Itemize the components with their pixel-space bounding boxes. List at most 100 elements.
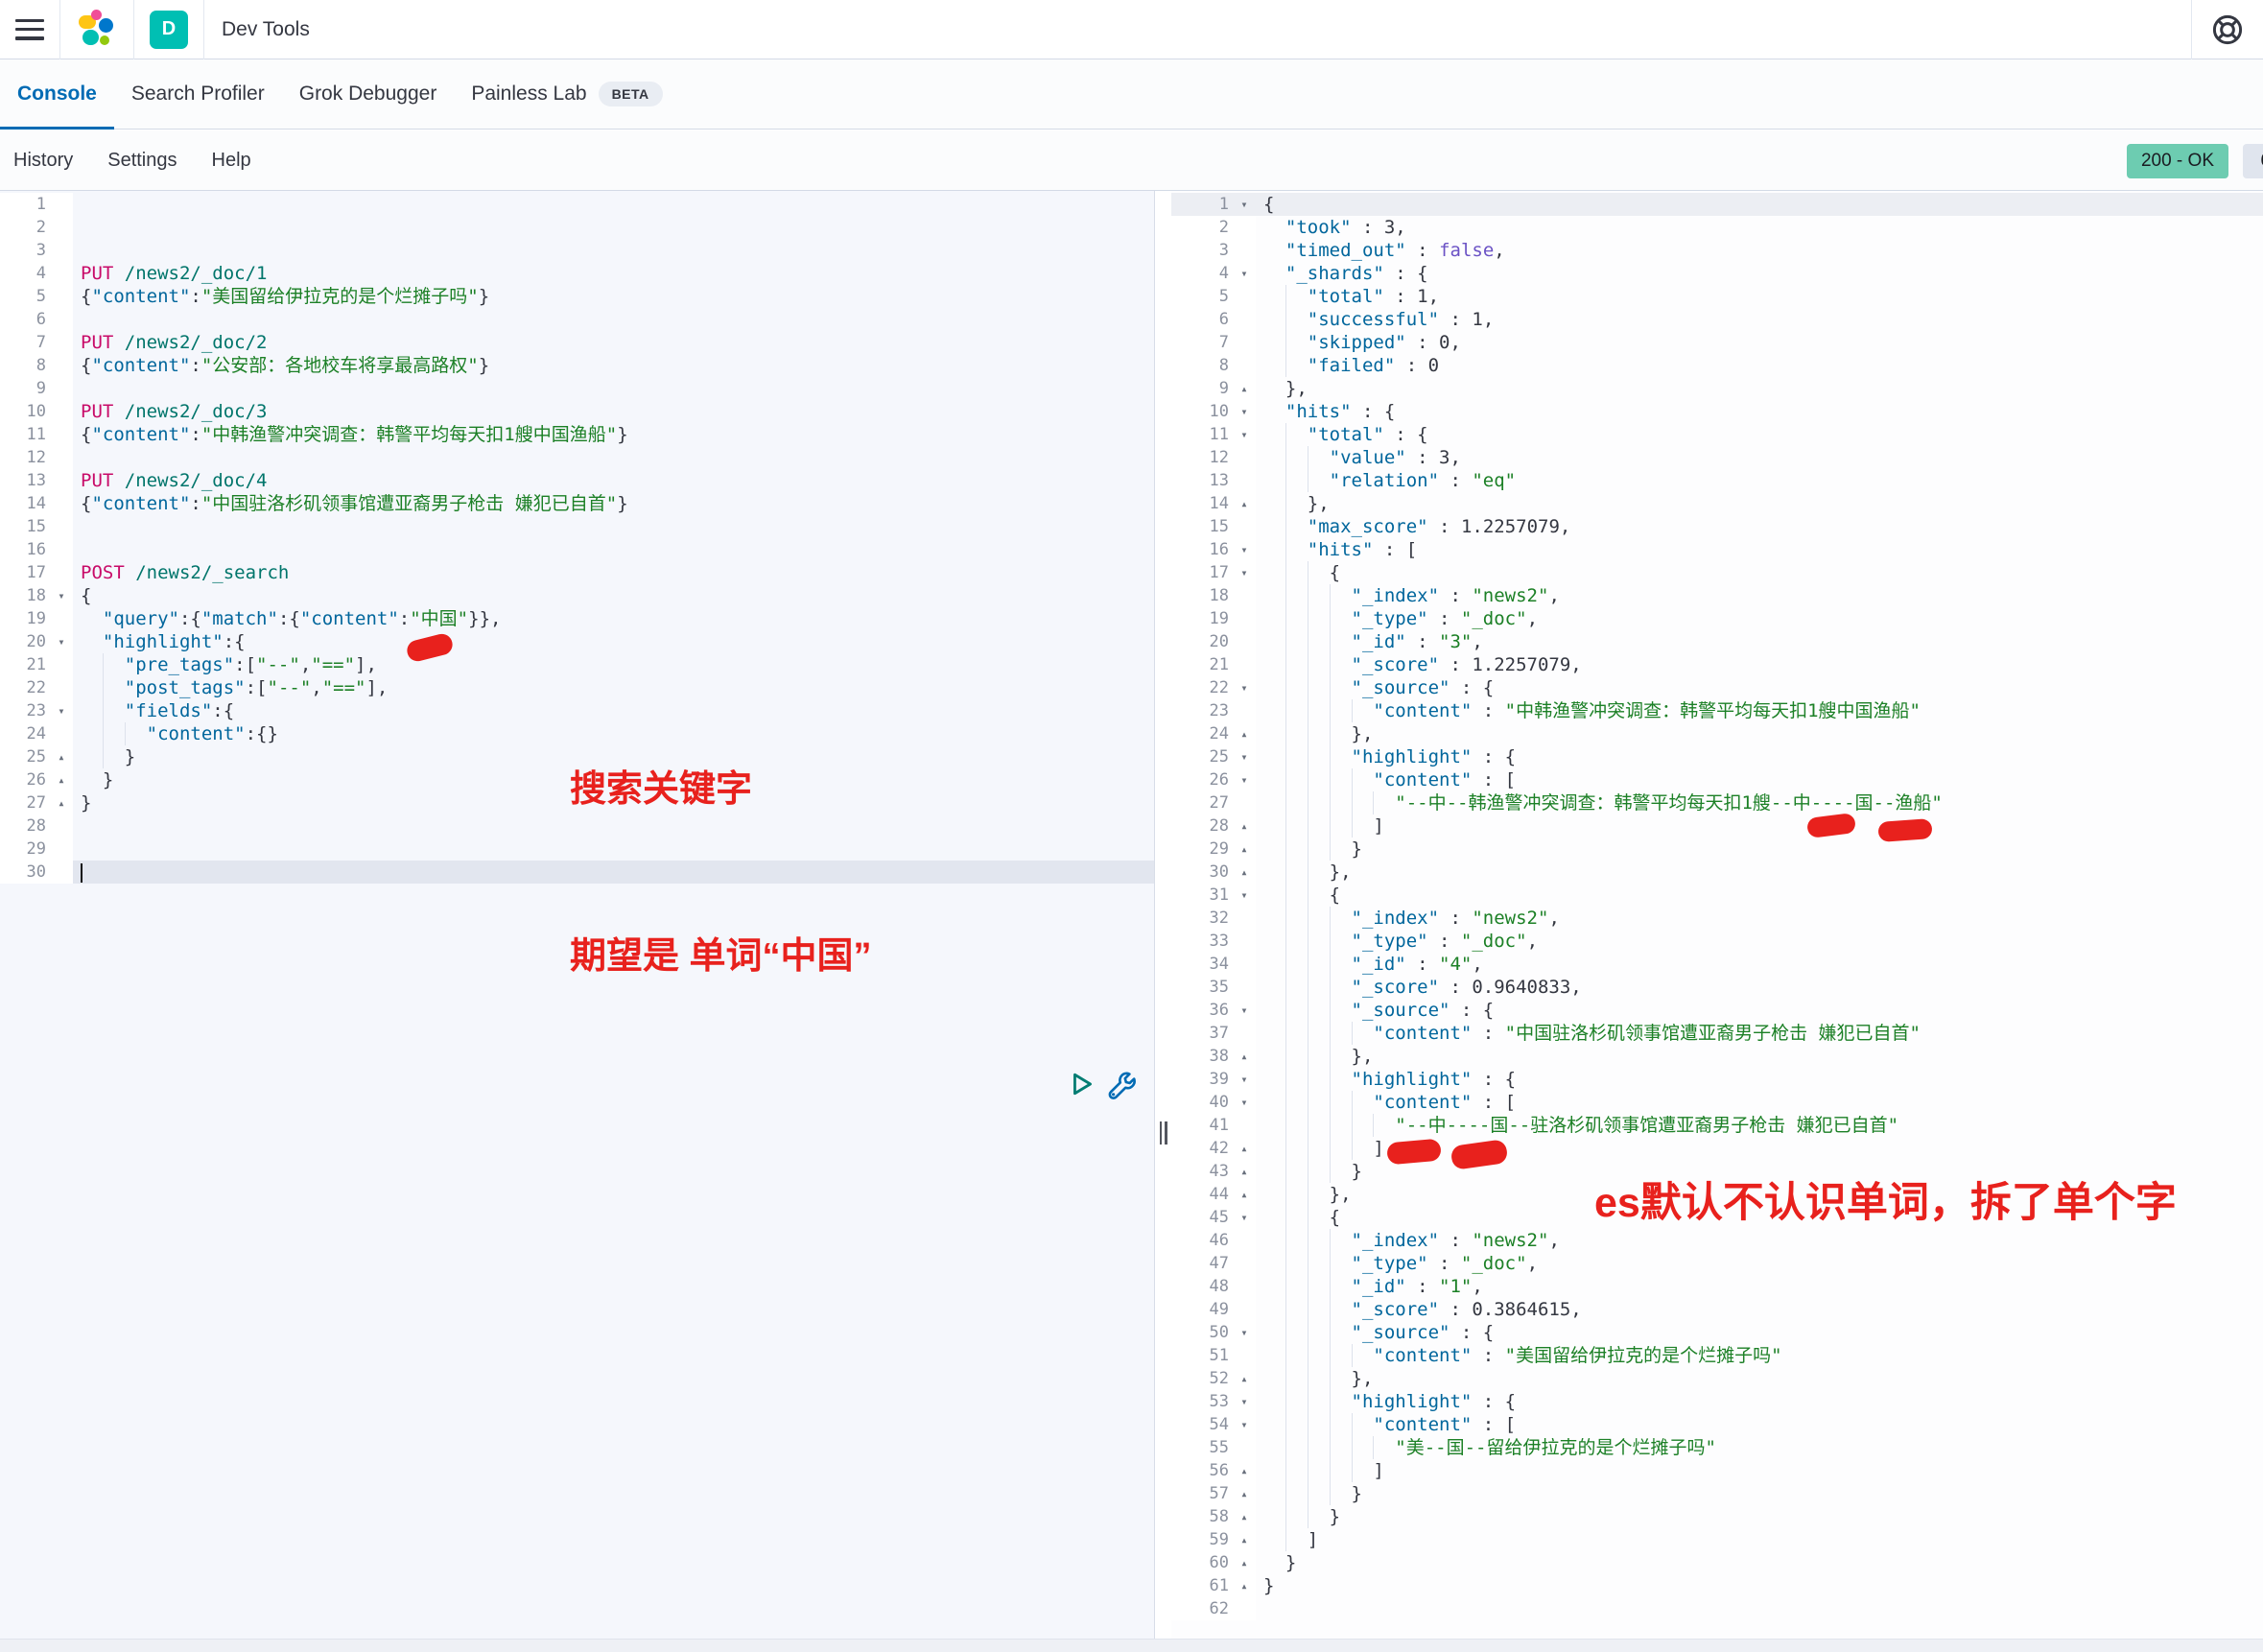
fold-toggle-icon[interactable]: ▾: [50, 630, 73, 653]
response-code-line: 7 "skipped" : 0,: [1171, 331, 2263, 354]
menu-help[interactable]: Help: [212, 150, 251, 172]
code-text: "_type" : "_doc",: [1256, 930, 2263, 953]
response-code-line: 61▴}: [1171, 1574, 2263, 1597]
code-text: ]: [1256, 1528, 2263, 1551]
request-options-wrench-icon[interactable]: [1105, 1070, 1136, 1100]
request-code-line: 1: [0, 193, 1154, 216]
response-viewer[interactable]: 1▾{2 "took" : 3,3 "timed_out" : false,4▾…: [1171, 191, 2263, 1652]
fold-toggle-icon[interactable]: ▴: [1233, 1505, 1256, 1528]
fold-toggle-icon[interactable]: ▾: [1233, 884, 1256, 907]
fold-toggle-icon[interactable]: ▾: [50, 699, 73, 722]
code-text: {"content":"美国留给伊拉克的是个烂摊子吗"}: [73, 285, 1154, 308]
request-code-line: 14{"content":"中国驻洛杉矶领事馆遭亚裔男子枪击 嫌犯已自首"}: [0, 492, 1154, 515]
fold-toggle-icon[interactable]: ▴: [1233, 1160, 1256, 1183]
line-number: 27: [1171, 791, 1233, 814]
fold-toggle-icon[interactable]: ▾: [1233, 193, 1256, 216]
code-text: [1256, 1597, 2263, 1620]
help-icon[interactable]: [2211, 13, 2244, 46]
fold-toggle-icon[interactable]: ▴: [1233, 814, 1256, 838]
fold-toggle-icon[interactable]: ▴: [1233, 1482, 1256, 1505]
response-code-line: 54▾ "content" : [: [1171, 1413, 2263, 1436]
line-number: 11: [1171, 423, 1233, 446]
code-text: "_source" : {: [1256, 1321, 2263, 1344]
fold-toggle-icon[interactable]: ▴: [1233, 1551, 1256, 1574]
fold-toggle-icon[interactable]: ▾: [50, 584, 73, 607]
fold-toggle-icon[interactable]: ▾: [1233, 561, 1256, 584]
fold-toggle-icon[interactable]: ▴: [1233, 1045, 1256, 1068]
send-request-play-icon[interactable]: [1067, 1070, 1096, 1098]
line-number: 22: [1171, 676, 1233, 699]
response-code-line: 16▾ "hits" : [: [1171, 538, 2263, 561]
fold-toggle-icon[interactable]: ▴: [1233, 838, 1256, 861]
menu-settings[interactable]: Settings: [107, 150, 177, 172]
fold-toggle-icon[interactable]: ▾: [1233, 676, 1256, 699]
line-number: 59: [1171, 1528, 1233, 1551]
annotation-es-tokenize: es默认不认识单词，拆了单个字: [1594, 1169, 2177, 1229]
hamburger-menu-icon[interactable]: [15, 19, 44, 40]
fold-toggle-icon[interactable]: ▴: [1233, 1528, 1256, 1551]
line-number: 4: [1171, 262, 1233, 285]
fold-toggle-icon[interactable]: ▾: [1233, 538, 1256, 561]
fold-toggle-icon[interactable]: ▴: [1233, 1459, 1256, 1482]
response-code-line: 32 "_index" : "news2",: [1171, 907, 2263, 930]
code-text: [73, 377, 1154, 400]
fold-toggle-icon[interactable]: ▴: [1233, 377, 1256, 400]
fold-toggle-icon[interactable]: ▴: [1233, 1183, 1256, 1206]
logo-section[interactable]: [60, 0, 134, 59]
code-text: "_index" : "news2",: [1256, 584, 2263, 607]
code-text: PUT /news2/_doc/3: [73, 400, 1154, 423]
line-number: 7: [0, 331, 50, 354]
fold-toggle-icon[interactable]: ▴: [1233, 1137, 1256, 1160]
tab-painless-lab[interactable]: Painless Lab BETA: [454, 59, 679, 129]
fold-toggle-icon[interactable]: ▴: [1233, 1367, 1256, 1390]
fold-toggle-icon[interactable]: ▾: [1233, 1206, 1256, 1229]
line-number: 30: [1171, 861, 1233, 884]
panel-resize-handle[interactable]: [1155, 1114, 1171, 1152]
fold-toggle-icon[interactable]: ▾: [1233, 1413, 1256, 1436]
fold-gutter: [50, 676, 73, 699]
response-code-line: 59▴ ]: [1171, 1528, 2263, 1551]
fold-toggle-icon[interactable]: ▾: [1233, 768, 1256, 791]
line-number: 6: [0, 308, 50, 331]
menu-history[interactable]: History: [13, 150, 73, 172]
line-number: 27: [0, 791, 50, 814]
code-text: },: [1256, 377, 2263, 400]
fold-toggle-icon[interactable]: ▴: [1233, 861, 1256, 884]
fold-toggle-icon[interactable]: ▴: [1233, 1574, 1256, 1597]
tab-console[interactable]: Console: [0, 59, 114, 129]
code-text: "relation" : "eq": [1256, 469, 2263, 492]
tab-search-profiler[interactable]: Search Profiler: [114, 59, 282, 129]
code-text: "content" : [: [1256, 1413, 2263, 1436]
bottom-scrollbar-track[interactable]: [0, 1639, 2263, 1652]
line-number: 30: [0, 861, 50, 884]
fold-toggle-icon[interactable]: ▾: [1233, 1321, 1256, 1344]
fold-toggle-icon[interactable]: ▴: [1233, 722, 1256, 745]
fold-toggle-icon[interactable]: ▾: [1233, 745, 1256, 768]
fold-toggle-icon[interactable]: ▴: [1233, 492, 1256, 515]
fold-toggle-icon[interactable]: ▾: [1233, 423, 1256, 446]
fold-toggle-icon[interactable]: ▾: [1233, 400, 1256, 423]
response-code-line: 29▴ }: [1171, 838, 2263, 861]
space-badge[interactable]: D: [150, 11, 188, 49]
fold-gutter: [50, 469, 73, 492]
fold-toggle-icon[interactable]: ▴: [50, 745, 73, 768]
fold-toggle-icon[interactable]: ▴: [50, 791, 73, 814]
fold-toggle-icon[interactable]: ▴: [50, 768, 73, 791]
line-number: 8: [1171, 354, 1233, 377]
space-section[interactable]: D: [134, 0, 204, 59]
fold-toggle-icon[interactable]: ▾: [1233, 1068, 1256, 1091]
nav-menu-section[interactable]: [0, 0, 60, 59]
fold-gutter: [1233, 446, 1256, 469]
tab-grok-debugger[interactable]: Grok Debugger: [282, 59, 455, 129]
fold-toggle-icon[interactable]: ▾: [1233, 1390, 1256, 1413]
line-number: 23: [1171, 699, 1233, 722]
code-text: "_id" : "1",: [1256, 1275, 2263, 1298]
response-code-line: 26▾ "content" : [: [1171, 768, 2263, 791]
code-text: PUT /news2/_doc/1: [73, 262, 1154, 285]
fold-toggle-icon[interactable]: ▾: [1233, 262, 1256, 285]
help-section[interactable]: [2191, 0, 2263, 59]
request-code-line: 17POST /news2/_search: [0, 561, 1154, 584]
fold-toggle-icon[interactable]: ▾: [1233, 999, 1256, 1022]
line-number: 37: [1171, 1022, 1233, 1045]
fold-toggle-icon[interactable]: ▾: [1233, 1091, 1256, 1114]
